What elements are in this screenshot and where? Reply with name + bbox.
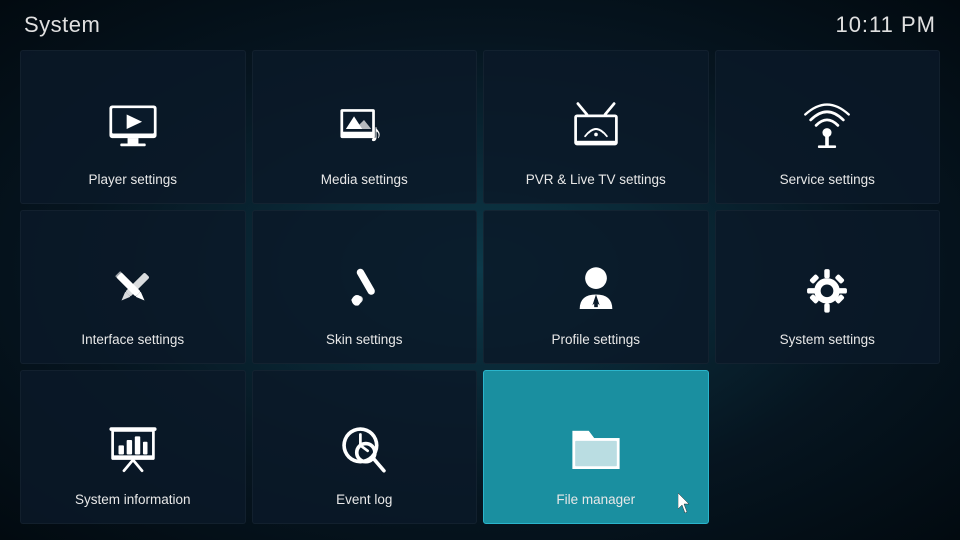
header: System 10:11 PM (0, 0, 960, 46)
system-information-icon (101, 417, 165, 481)
tile-pvr-settings[interactable]: PVR & Live TV settings (483, 50, 709, 204)
tile-skin-settings[interactable]: Skin settings (252, 210, 478, 364)
empty-tile (715, 370, 941, 524)
media-settings-label: Media settings (313, 171, 416, 189)
skin-settings-icon (332, 257, 396, 321)
mouse-cursor (678, 493, 694, 513)
tile-interface-settings[interactable]: Interface settings (20, 210, 246, 364)
player-settings-label: Player settings (80, 171, 185, 189)
profile-settings-icon (564, 257, 628, 321)
tile-player-settings[interactable]: Player settings (20, 50, 246, 204)
pvr-settings-label: PVR & Live TV settings (518, 171, 674, 189)
settings-grid: Player settings ♪ Media settings (0, 46, 960, 534)
svg-text:♪: ♪ (370, 120, 383, 148)
tile-media-settings[interactable]: ♪ Media settings (252, 50, 478, 204)
file-manager-icon (564, 417, 628, 481)
event-log-icon (332, 417, 396, 481)
service-settings-icon (795, 97, 859, 161)
clock: 10:11 PM (835, 12, 936, 38)
media-settings-icon: ♪ (332, 97, 396, 161)
service-settings-label: Service settings (772, 171, 883, 189)
tile-profile-settings[interactable]: Profile settings (483, 210, 709, 364)
tile-file-manager[interactable]: File manager (483, 370, 709, 524)
app-title: System (24, 12, 100, 38)
profile-settings-label: Profile settings (543, 331, 648, 349)
system-information-label: System information (67, 491, 199, 509)
event-log-label: Event log (328, 491, 400, 509)
page-wrapper: System 10:11 PM Player settings (0, 0, 960, 540)
tile-system-settings[interactable]: System settings (715, 210, 941, 364)
tile-event-log[interactable]: Event log (252, 370, 478, 524)
pvr-settings-icon (564, 97, 628, 161)
file-manager-label: File manager (548, 491, 643, 509)
system-settings-label: System settings (772, 331, 883, 349)
tile-service-settings[interactable]: Service settings (715, 50, 941, 204)
skin-settings-label: Skin settings (318, 331, 411, 349)
interface-settings-label: Interface settings (73, 331, 192, 349)
tile-system-information[interactable]: System information (20, 370, 246, 524)
system-settings-icon (795, 257, 859, 321)
interface-settings-icon (101, 257, 165, 321)
player-settings-icon (101, 97, 165, 161)
